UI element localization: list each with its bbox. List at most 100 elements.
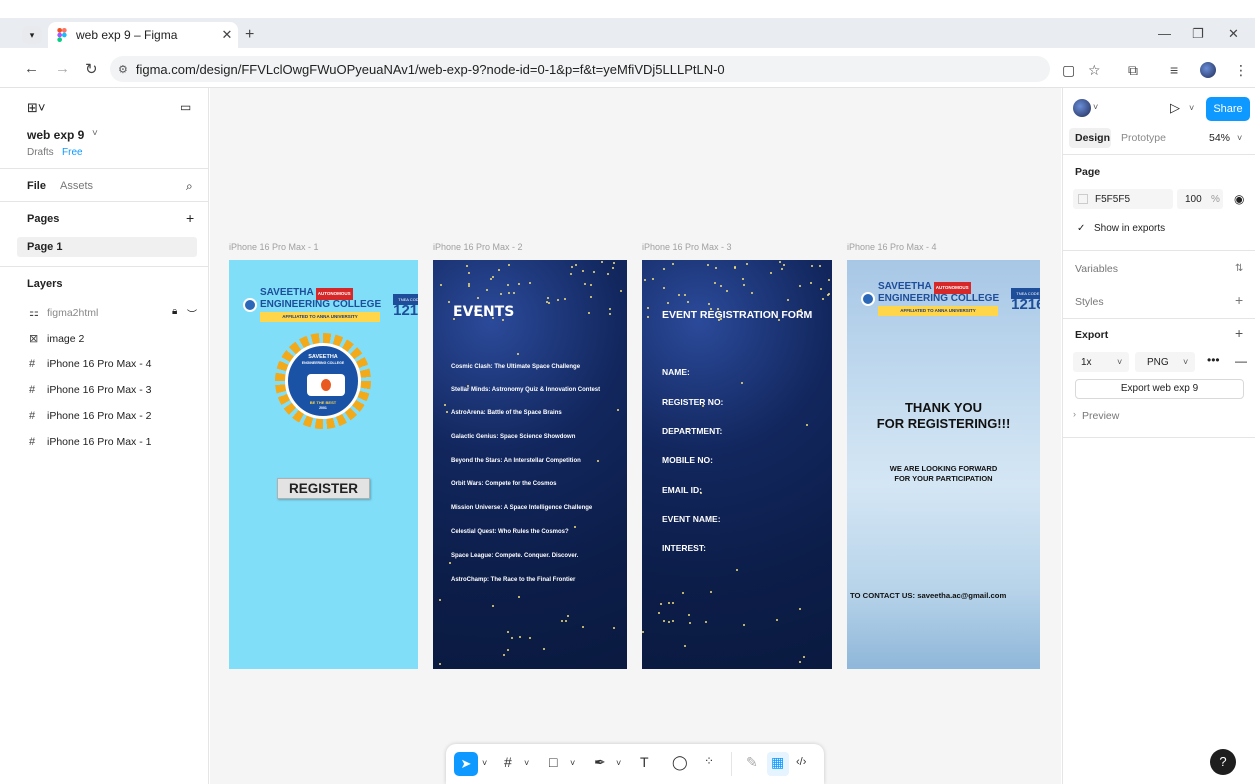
- preview-toggle[interactable]: Preview: [1082, 410, 1119, 422]
- rectangle-tool-icon[interactable]: □: [549, 754, 557, 770]
- add-page-icon[interactable]: +: [186, 210, 194, 226]
- dev-mode-icon[interactable]: ‹/›: [796, 756, 806, 768]
- chevron-down-icon[interactable]: ˅: [482, 758, 487, 768]
- reload-icon[interactable]: ↻: [85, 60, 98, 78]
- minimize-icon[interactable]: —: [1158, 26, 1171, 41]
- canvas[interactable]: iPhone 16 Pro Max - 1 iPhone 16 Pro Max …: [210, 88, 1061, 784]
- chevron-down-icon[interactable]: ˅: [616, 758, 621, 768]
- forward-icon[interactable]: →: [55, 60, 70, 77]
- variables-heading[interactable]: Variables: [1075, 263, 1118, 275]
- close-tab-icon[interactable]: ✕: [216, 27, 238, 43]
- layer-item[interactable]: # iPhone 16 Pro Max - 2: [29, 410, 151, 422]
- layer-item[interactable]: ⚏ figma2html: [29, 306, 98, 320]
- star-decoration: [799, 608, 801, 610]
- figma-menu-icon[interactable]: ⊞˅: [27, 100, 45, 116]
- url-bar[interactable]: ⚙ figma.com/design/FFVLclOwgFWuOPyeuaNAv…: [110, 56, 1050, 82]
- star-decoration: [787, 299, 789, 301]
- add-export-icon[interactable]: +: [1235, 325, 1243, 341]
- form-field-label: EVENT NAME:: [662, 514, 721, 524]
- layer-item[interactable]: # iPhone 16 Pro Max - 1: [29, 436, 151, 448]
- reading-list-icon[interactable]: ≡: [1170, 62, 1178, 78]
- chevron-down-icon[interactable]: ˅: [1189, 103, 1194, 113]
- profile-avatar[interactable]: [1200, 62, 1216, 78]
- export-button[interactable]: Export web exp 9: [1075, 379, 1244, 399]
- styles-heading[interactable]: Styles: [1075, 296, 1104, 308]
- affiliated-strip: AFFILIATED TO ANNA UNIVERSITY: [878, 306, 998, 316]
- file-name[interactable]: web exp 9: [27, 128, 84, 142]
- user-avatar[interactable]: [1073, 99, 1091, 117]
- toggle-sidebar-icon[interactable]: ▭: [180, 100, 191, 114]
- bookmark-star-icon[interactable]: ☆: [1088, 62, 1101, 79]
- design-mode-icon[interactable]: ▦: [771, 754, 784, 771]
- tab-design[interactable]: Design: [1075, 132, 1110, 144]
- visibility-eye-icon[interactable]: ◉: [1234, 192, 1244, 206]
- chevron-down-icon[interactable]: ˅: [92, 128, 98, 139]
- restore-icon[interactable]: ❐: [1192, 26, 1204, 42]
- remove-export-icon[interactable]: —: [1235, 354, 1247, 368]
- variables-icon[interactable]: ⇅: [1235, 263, 1243, 274]
- frame-iphone-2[interactable]: EVENTS Cosmic Clash: The Ultimate Space …: [433, 260, 627, 669]
- tab-search-icon[interactable]: ▾: [22, 26, 42, 44]
- frame-iphone-4[interactable]: SAVEETHA AUTONOMOUS ENGINEERING COLLEGE A…: [847, 260, 1040, 669]
- clipboard-icon[interactable]: ▢: [1062, 62, 1075, 79]
- star-decoration: [561, 620, 563, 622]
- help-button[interactable]: ?: [1210, 749, 1236, 775]
- chevron-right-icon[interactable]: ›: [1073, 409, 1076, 419]
- hidden-eye-icon[interactable]: ︶: [187, 306, 197, 321]
- chevron-down-icon[interactable]: ˅: [1183, 357, 1188, 367]
- chevron-down-icon[interactable]: ˅: [1117, 357, 1122, 367]
- star-decoration: [548, 302, 550, 304]
- chevron-down-icon[interactable]: ˅: [1093, 102, 1098, 112]
- star-decoration: [663, 620, 665, 622]
- college-logo: SAVEETHA AUTONOMOUS ENGINEERING COLLEGE A…: [243, 288, 418, 322]
- back-icon[interactable]: ←: [24, 60, 39, 77]
- new-tab-icon[interactable]: +: [245, 26, 254, 44]
- layer-item[interactable]: # iPhone 16 Pro Max - 3: [29, 384, 151, 396]
- comment-tool-icon[interactable]: ◯: [672, 754, 688, 771]
- draw-mode-icon[interactable]: ✎: [746, 754, 758, 771]
- color-swatch[interactable]: [1078, 194, 1088, 204]
- drafts-label[interactable]: Drafts: [27, 147, 54, 158]
- add-style-icon[interactable]: +: [1235, 292, 1243, 308]
- plan-badge[interactable]: Free: [62, 147, 83, 158]
- share-button[interactable]: Share: [1206, 97, 1250, 121]
- checkmark-icon[interactable]: ✓: [1077, 223, 1085, 234]
- present-play-icon[interactable]: ▷: [1170, 100, 1180, 116]
- frame-tool-icon[interactable]: #: [504, 754, 512, 770]
- frame-label[interactable]: iPhone 16 Pro Max - 4: [847, 242, 937, 252]
- tab-file[interactable]: File: [27, 180, 46, 192]
- star-decoration: [574, 526, 576, 528]
- chevron-down-icon[interactable]: ˅: [570, 758, 575, 768]
- frame-label[interactable]: iPhone 16 Pro Max - 1: [229, 242, 319, 252]
- tab-assets[interactable]: Assets: [60, 180, 93, 192]
- star-decoration: [584, 283, 586, 285]
- extensions-icon[interactable]: ⧉: [1128, 62, 1138, 79]
- browser-tab[interactable]: web exp 9 – Figma ✕: [48, 22, 238, 48]
- chevron-down-icon[interactable]: ˅: [1237, 133, 1242, 143]
- menu-dots-icon[interactable]: ⋮: [1234, 62, 1248, 79]
- frame-iphone-3[interactable]: EVENT REGISTRATION FORM NAME: REGISTER N…: [642, 260, 832, 669]
- register-button[interactable]: REGISTER: [277, 478, 370, 499]
- layer-item[interactable]: # iPhone 16 Pro Max - 4: [29, 358, 151, 370]
- close-window-icon[interactable]: ✕: [1228, 26, 1239, 42]
- logo-line1: SAVEETHA: [260, 287, 314, 298]
- more-options-icon[interactable]: •••: [1207, 353, 1220, 367]
- frame-label[interactable]: iPhone 16 Pro Max - 2: [433, 242, 523, 252]
- search-icon[interactable]: ⌕: [186, 179, 193, 194]
- star-decoration: [803, 656, 805, 658]
- zoom-level[interactable]: 54%: [1209, 132, 1230, 144]
- frame-label[interactable]: iPhone 16 Pro Max - 3: [642, 242, 732, 252]
- tab-prototype[interactable]: Prototype: [1121, 132, 1166, 144]
- star-decoration: [710, 591, 712, 593]
- lock-icon[interactable]: 🔒︎: [172, 306, 177, 317]
- layer-item[interactable]: ⊠ image 2: [29, 332, 84, 346]
- text-tool-icon[interactable]: T: [640, 754, 649, 770]
- show-in-exports-label[interactable]: Show in exports: [1094, 223, 1165, 234]
- star-decoration: [751, 292, 753, 294]
- frame-iphone-1[interactable]: SAVEETHA AUTONOMOUS ENGINEERING COLLEGE A…: [229, 260, 418, 669]
- site-info-icon[interactable]: ⚙: [118, 63, 128, 76]
- move-tool-icon[interactable]: ➤: [454, 752, 478, 776]
- pen-tool-icon[interactable]: ✒: [594, 754, 606, 771]
- actions-tool-icon[interactable]: ⁘: [704, 754, 714, 768]
- chevron-down-icon[interactable]: ˅: [524, 758, 529, 768]
